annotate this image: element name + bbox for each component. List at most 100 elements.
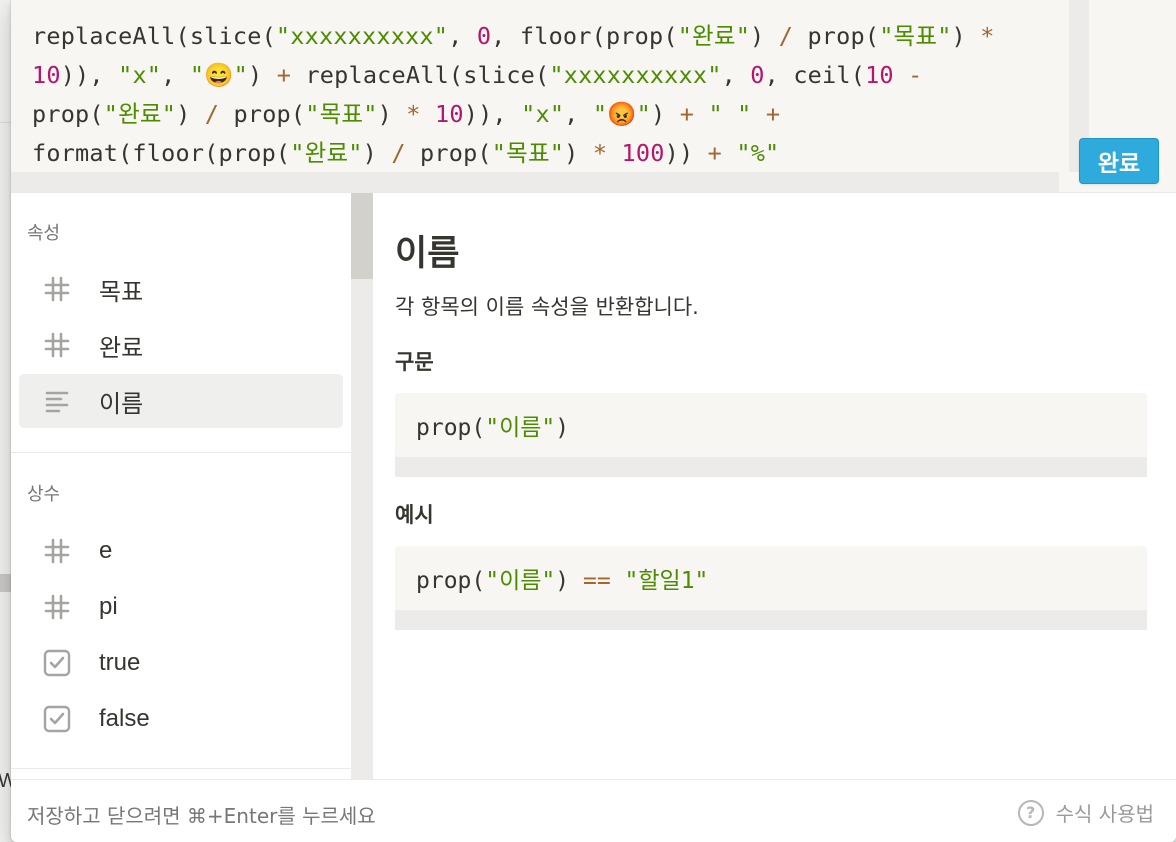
function-sidebar: 속성 목표 완료 이름 상수 e pi true false xyxy=(11,193,351,779)
formula-token-fn: prop( xyxy=(219,100,306,128)
syntax-token-fn: prop( xyxy=(416,415,486,441)
code-horizontal-scrollbar[interactable] xyxy=(395,610,1147,630)
formula-token-fn xyxy=(607,139,621,167)
formula-token-fn: ) xyxy=(951,22,981,50)
formula-token-fn: prop( xyxy=(793,22,880,50)
formula-token-num: 0 xyxy=(476,22,492,50)
formula-token-fn: replaceAll(slice( xyxy=(32,22,276,50)
formula-token-fn: , xyxy=(448,22,477,50)
formula-token-fn: ) xyxy=(651,100,680,128)
formula-token-op: * xyxy=(980,22,995,50)
formula-token-fn: ) xyxy=(176,100,205,128)
formula-token-fn: , ceil( xyxy=(764,61,866,89)
formula-token-fn: , floor(prop( xyxy=(491,22,678,50)
formula-token-fn xyxy=(722,139,736,167)
formula-token-op: * xyxy=(592,139,608,167)
formula-token-fn xyxy=(421,100,435,128)
example-token-fn: prop( xyxy=(416,568,486,594)
section-title-constants: 상수 xyxy=(27,484,61,505)
checkbox-icon xyxy=(42,704,72,734)
formula-token-fn: )) xyxy=(664,139,708,167)
formula-token-str: "x" xyxy=(521,100,565,128)
syntax-code: prop("이름") xyxy=(416,408,569,442)
formula-token-num: 10 xyxy=(435,100,464,128)
function-detail-panel: 이름 각 항목의 이름 속성을 반환합니다. 구문 prop("이름") 예시 … xyxy=(373,193,1176,779)
syntax-token-str: "이름" xyxy=(485,415,556,441)
editor-horizontal-scrollbar[interactable] xyxy=(11,172,1059,192)
sidebar-item-label: 이름 xyxy=(99,390,144,418)
example-token-fn: ) xyxy=(555,568,583,594)
code-horizontal-scrollbar[interactable] xyxy=(395,457,1147,477)
sidebar-divider xyxy=(11,452,351,453)
formula-token-str: " " xyxy=(708,100,752,128)
formula-token-fn: ) xyxy=(248,61,277,89)
formula-token-op: + xyxy=(276,61,292,89)
example-token-str: "이름" xyxy=(485,568,556,594)
sidebar-item-done[interactable]: 완료 xyxy=(19,318,343,372)
example-code: prop("이름") == "할일1" xyxy=(416,561,708,595)
number-icon xyxy=(42,592,72,622)
formula-token-str: "xxxxxxxxxx" xyxy=(549,61,722,89)
sidebar-item-label: 완료 xyxy=(99,334,144,362)
formula-token-fn: , xyxy=(161,61,190,89)
number-icon xyxy=(42,274,72,304)
formula-token-fn: format(floor(prop( xyxy=(32,139,291,167)
formula-token-fn: ) xyxy=(750,22,779,50)
example-code-block: prop("이름") == "할일1" xyxy=(395,546,1147,630)
formula-token-op: - xyxy=(908,61,923,89)
formula-token-fn: replaceAll(slice( xyxy=(291,61,550,89)
background-divider xyxy=(0,574,11,592)
footer-bar: 저장하고 닫으려면 ⌘+Enter를 누르세요 ? 수식 사용법 xyxy=(11,779,1176,842)
sidebar-item-goal[interactable]: 목표 xyxy=(19,262,343,316)
sidebar-item-label: e xyxy=(99,537,113,564)
detail-title: 이름 xyxy=(395,234,460,274)
sidebar-item-true[interactable]: true xyxy=(19,636,343,690)
sidebar-scrollbar-thumb[interactable] xyxy=(351,193,373,279)
sidebar-item-name[interactable]: 이름 xyxy=(19,374,343,428)
formula-token-str: "완료" xyxy=(677,22,751,50)
formula-token-fn xyxy=(894,61,908,89)
sidebar-item-label: 목표 xyxy=(99,278,144,306)
formula-token-fn: , xyxy=(721,61,751,89)
text-lines-icon xyxy=(42,386,72,416)
formula-token-op: / xyxy=(778,22,794,50)
formula-token-str: "목표" xyxy=(879,22,952,50)
formula-token-num: 10 xyxy=(32,61,61,89)
section-title-properties: 속성 xyxy=(27,223,61,244)
done-button[interactable]: 완료 xyxy=(1079,138,1159,184)
formula-token-str: "😡" xyxy=(592,100,652,128)
formula-token-op: + xyxy=(765,100,781,128)
example-token-fn xyxy=(611,568,625,594)
formula-token-fn: ) xyxy=(377,100,407,128)
sidebar-item-label: true xyxy=(99,649,141,676)
formula-token-op: / xyxy=(391,139,406,167)
sidebar-item-e[interactable]: e xyxy=(19,524,343,578)
formula-token-op: * xyxy=(406,100,421,128)
example-token-op: == xyxy=(582,568,611,594)
formula-token-fn: )), xyxy=(60,61,119,89)
formula-input[interactable]: replaceAll(slice("xxxxxxxxxx", 0, floor(… xyxy=(32,17,1062,173)
formula-token-op: + xyxy=(707,139,722,167)
formula-token-fn: )), xyxy=(463,100,522,128)
sidebar-item-pi[interactable]: pi xyxy=(19,580,343,634)
formula-token-str: "😄" xyxy=(189,61,249,89)
help-icon: ? xyxy=(1017,799,1044,826)
sidebar-item-false[interactable]: false xyxy=(19,692,343,746)
formula-token-fn: prop( xyxy=(32,100,104,128)
syntax-token-fn: ) xyxy=(555,415,570,441)
formula-token-str: "x" xyxy=(118,61,162,89)
formula-token-fn: prop( xyxy=(405,139,492,167)
formula-token-fn xyxy=(995,22,1009,50)
checkbox-icon xyxy=(42,648,72,678)
sidebar-divider xyxy=(11,768,351,769)
formula-token-fn: ) xyxy=(362,139,392,167)
formula-token-num: 10 xyxy=(865,61,894,89)
sidebar-scrollbar[interactable] xyxy=(351,193,373,779)
number-icon xyxy=(42,536,72,566)
formula-help-link[interactable]: ? 수식 사용법 xyxy=(1017,798,1154,827)
formula-token-str: "완료" xyxy=(103,100,177,128)
formula-editor[interactable]: replaceAll(slice("xxxxxxxxxx", 0, floor(… xyxy=(11,0,1176,193)
formula-token-op: + xyxy=(679,100,695,128)
formula-token-num: 100 xyxy=(621,139,665,167)
number-icon xyxy=(42,330,72,360)
